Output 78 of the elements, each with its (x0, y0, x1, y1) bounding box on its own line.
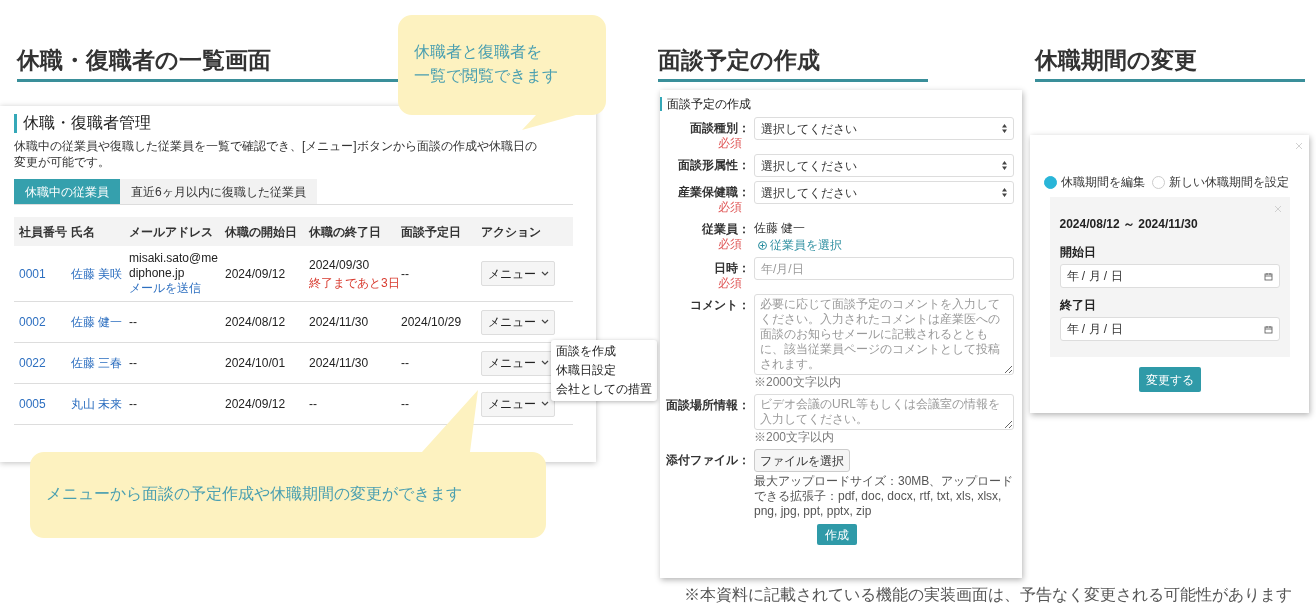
callout-text: 休職者と復職者を (414, 42, 542, 62)
callout-text: 一覧で閲覧できます (414, 66, 558, 86)
field-label: 面談形属性： (678, 157, 750, 173)
menu-button[interactable]: メニュー (481, 391, 555, 417)
callout-text: メニューから面談の予定作成や休職期間の変更ができます (46, 484, 462, 504)
field-label: 面談場所情報： (666, 397, 750, 413)
field-label: 開始日 (1059, 244, 1096, 261)
column-header: アクション (481, 223, 541, 241)
required-mark: 必須 (718, 237, 742, 251)
required-mark: 必須 (718, 136, 742, 150)
table-cell-text: 2024/10/29 (401, 314, 462, 331)
menu-button[interactable]: メニュー (481, 309, 555, 335)
page-description: 休職中の従業員や復職した従業員を一覧で確認でき、[メニュー]ボタンから面談の作成や休職日の変更が可能です。 (14, 138, 538, 170)
select-employee-link[interactable]: 従業員を選択 (758, 237, 842, 253)
table-cell-text: 2024/09/30 (309, 256, 370, 274)
remaining-days-note: 終了まであと3日 (309, 274, 400, 292)
upload-note: 最大アップロードサイズ：30MB、アップロードできる拡張子：pdf, doc, docx, rtf, txt, xls, xlsx, png, jpg, ppt, pptx, zip (754, 474, 1014, 519)
employee-name-link[interactable]: 丸山 未来 (71, 395, 123, 413)
page-title: 休職・復職者管理 (23, 113, 151, 133)
send-mail-link[interactable]: メールを送信 (129, 281, 201, 296)
column-header: メールアドレス (129, 223, 213, 241)
email-address: misaki.sato@mediphone.jp (129, 251, 219, 281)
employee-name-link[interactable]: 佐藤 三春 (71, 354, 123, 372)
char-limit-note: ※200文字以内 (754, 430, 835, 445)
column-header: 休職の開始日 (225, 223, 297, 241)
file-select-button[interactable]: ファイルを選択 (754, 449, 850, 472)
date-field[interactable]: 年/月/日 (754, 257, 1014, 280)
email-address: -- (129, 396, 138, 412)
column-header: 面談予定日 (401, 223, 461, 241)
table-cell-text: -- (309, 396, 317, 413)
date-range: 2024/08/12 ～ 2024/11/30 (1059, 216, 1198, 233)
section-heading: 面談予定の作成 (658, 46, 820, 75)
email-address: -- (129, 314, 138, 330)
disclaimer-note: ※本資料に記載されている機能の実装画面は、予告なく変更される可能性があります (684, 585, 1292, 605)
date-field[interactable]: 年 / 月 / 日 (1059, 317, 1280, 341)
table-cell-text: 2024/08/12 (225, 314, 286, 331)
table-cell-text: 2024/09/12 (225, 265, 286, 283)
select-field[interactable]: 選択してください (754, 117, 1014, 140)
textarea-field[interactable]: 必要に応じて面談予定のコメントを入力してください。入力されたコメントは産業医への面談のお知らせメールに記載されるとともに、該当従業員ページのコメントとして投稿されます。 (754, 294, 1014, 375)
field-label: 終了日 (1059, 297, 1096, 314)
select-field[interactable]: 選択してください (754, 181, 1014, 204)
employee-name-link[interactable]: 佐藤 美咲 (71, 264, 123, 283)
table-cell-text: 2024/09/12 (225, 396, 286, 413)
field-label: 日時： (714, 260, 750, 276)
select-field[interactable]: 選択してください (754, 154, 1014, 177)
required-mark: 必須 (718, 276, 742, 290)
field-label: 産業保健職： (678, 184, 750, 200)
table-cell-text: 2024/11/30 (309, 314, 369, 331)
char-limit-note: ※2000文字以内 (754, 375, 841, 390)
radio-option[interactable]: 休職期間を編集 (1044, 173, 1145, 191)
column-header: 社員番号 (19, 223, 67, 241)
form-title: 面談予定の作成 (667, 96, 751, 113)
tab[interactable]: 直近6ヶ月以内に復職した従業員 (120, 179, 317, 204)
radio-option[interactable]: 新しい休職期間を設定 (1152, 173, 1289, 191)
table-cell-text: -- (401, 355, 409, 372)
field-label: 添付ファイル： (666, 452, 750, 468)
table-cell-text: 2024/10/01 (225, 355, 286, 372)
table-cell-text: -- (401, 396, 409, 413)
table-cell-text: -- (401, 265, 409, 283)
employee-id-link[interactable]: 0022 (19, 354, 46, 372)
email-address: -- (129, 355, 138, 371)
column-header: 休職の終了日 (309, 223, 381, 241)
date-field[interactable]: 年 / 月 / 日 (1059, 264, 1280, 288)
section-heading: 休職期間の変更 (1035, 46, 1197, 75)
field-label: 面談種別： (690, 120, 750, 136)
employee-id-link[interactable]: 0005 (19, 395, 46, 413)
employee-id-link[interactable]: 0001 (19, 264, 46, 283)
field-label: コメント： (690, 297, 750, 313)
column-header: 氏名 (71, 223, 95, 241)
section-heading: 休職・復職者の一覧画面 (17, 46, 271, 75)
field-label: 従業員： (702, 221, 750, 237)
textarea-field[interactable]: ビデオ会議のURL等もしくは会議室の情報を入力してください。 (754, 394, 1014, 430)
employee-id-link[interactable]: 0002 (19, 313, 46, 331)
employee-name: 佐藤 健一 (754, 220, 806, 236)
menu-button[interactable]: メニュー (481, 261, 555, 286)
required-mark: 必須 (718, 200, 742, 214)
employee-name-link[interactable]: 佐藤 健一 (71, 313, 123, 331)
table-cell-text: 2024/11/30 (309, 355, 369, 372)
